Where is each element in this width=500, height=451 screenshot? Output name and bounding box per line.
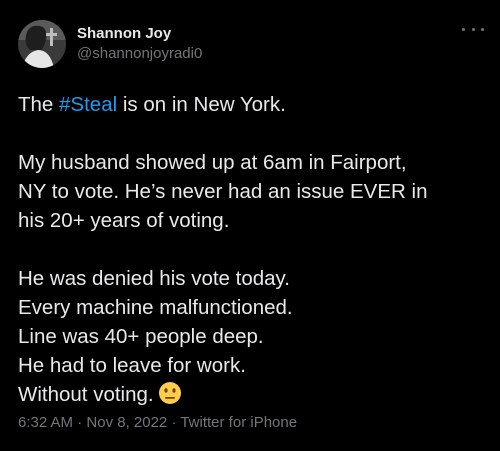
separator: · xyxy=(73,414,87,431)
tweet-line: NY to vote. He’s never had an issue EVER… xyxy=(18,180,428,203)
tweet-line: his 20+ years of voting. xyxy=(18,209,230,232)
display-name[interactable]: Shannon Joy xyxy=(77,24,202,44)
tweet-paragraph: He was denied his vote today. Every mach… xyxy=(18,264,482,413)
dot xyxy=(471,27,475,31)
tweet-paragraph: My husband showed up at 6am in Fairport,… xyxy=(18,148,482,235)
tweet-card: Shannon Joy @shannonjoyradi0 The #Steal … xyxy=(0,0,500,451)
tweet-metadata: 6:32 AM · Nov 8, 2022 · Twitter for iPho… xyxy=(18,414,297,431)
dot xyxy=(462,27,465,31)
tweet-line: Every machine malfunctioned. xyxy=(18,296,293,319)
text-segment: The xyxy=(18,93,60,116)
avatar[interactable] xyxy=(18,20,66,68)
tweet-date[interactable]: Nov 8, 2022 xyxy=(86,414,167,431)
tweet-text: The #Steal is on in New York. My husband… xyxy=(18,90,482,413)
author-names: Shannon Joy @shannonjoyradi0 xyxy=(77,24,202,64)
text-segment: is on in New York. xyxy=(117,93,286,116)
tweet-line: The #Steal is on in New York. xyxy=(18,90,482,119)
user-handle[interactable]: @shannonjoyradi0 xyxy=(77,44,202,64)
tweet-paragraph: The #Steal is on in New York. xyxy=(18,90,482,119)
tweet-line: My husband showed up at 6am in Fairport, xyxy=(18,151,407,174)
tweet-line: He had to leave for work. xyxy=(18,354,246,377)
tweet-header: Shannon Joy @shannonjoyradi0 xyxy=(18,18,482,70)
tweet-line: He was denied his vote today. xyxy=(18,267,290,290)
text-segment: Without voting. xyxy=(18,383,154,406)
separator: · xyxy=(167,414,181,431)
tweet-line: Line was 40+ people deep. xyxy=(18,325,264,348)
profile-photo-icon xyxy=(18,20,66,68)
tweet-source[interactable]: Twitter for iPhone xyxy=(180,414,297,431)
neutral-face-emoji-icon xyxy=(158,381,182,413)
hashtag-link[interactable]: #Steal xyxy=(59,93,117,116)
tweet-time[interactable]: 6:32 AM xyxy=(18,414,73,431)
dot xyxy=(481,27,484,31)
tweet-line: Without voting. xyxy=(18,380,482,413)
more-options-icon[interactable] xyxy=(462,24,484,34)
